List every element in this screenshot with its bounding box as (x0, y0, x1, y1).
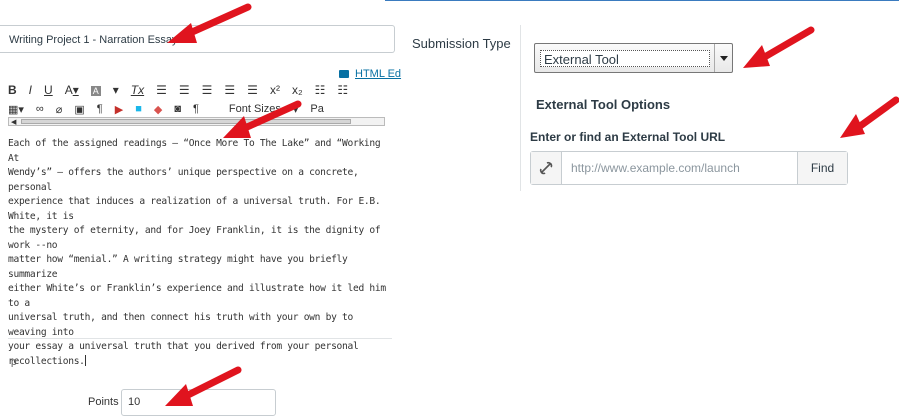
bullet-list-icon[interactable]: ☷ (315, 83, 326, 97)
section-divider (520, 25, 521, 191)
align-left-icon[interactable]: ☰ (156, 83, 167, 97)
italic-button[interactable]: I (29, 83, 32, 97)
external-tool-url-group: http://www.example.com/launch Find (530, 151, 848, 185)
link-icon[interactable]: ∞ (36, 103, 44, 115)
numbered-list-icon[interactable]: ☷ (337, 83, 348, 97)
editor-toolbar-row-1: B I U A▾ A ▾ Tx ☰ ☰ ☰ ☰ ☰ x² x₂ ☷ ☷ (8, 82, 360, 98)
vimeo-icon[interactable]: ■ (135, 103, 142, 115)
table-icon[interactable]: ▦▾ (8, 103, 24, 116)
subscript-icon[interactable]: x₂ (292, 83, 303, 97)
find-button[interactable]: Find (797, 152, 847, 184)
dropdown-button[interactable] (714, 44, 732, 72)
annotation-arrow (840, 96, 899, 138)
annotation-arrow (743, 26, 815, 68)
html-editor-link[interactable]: HTML Ed (339, 68, 401, 80)
paragraph-mark-icon[interactable]: ¶ (193, 103, 199, 115)
rich-text-editor-body[interactable]: Each of the assigned readings – “Once Mo… (8, 137, 392, 369)
points-label: Points (88, 396, 119, 408)
top-border-line (385, 0, 899, 1)
bold-button[interactable]: B (8, 83, 17, 97)
submission-type-select[interactable]: External Tool (534, 43, 733, 73)
external-tool-url-input[interactable]: http://www.example.com/launch (562, 152, 797, 184)
image-icon[interactable]: ▣ (74, 103, 84, 116)
submission-type-label: Submission Type (412, 36, 511, 51)
clear-formatting-button[interactable]: Tx (131, 83, 144, 97)
editor-line: universal truth, and then connect his tr… (8, 312, 353, 338)
selected-option: External Tool (540, 50, 710, 67)
superscript-icon[interactable]: x² (270, 83, 280, 97)
paragraph-format-dropdown[interactable]: Pa (310, 103, 323, 115)
editor-line: Each of the assigned readings – “Once Mo… (8, 138, 381, 164)
align-justify-icon[interactable]: ☰ (224, 83, 235, 97)
align-right-icon[interactable]: ☰ (202, 83, 213, 97)
underline-button[interactable]: U (44, 83, 53, 97)
editor-status-divider (8, 338, 392, 339)
keyboard-icon (339, 70, 349, 79)
editor-line: the mystery of eternity, and for Joey Fr… (8, 225, 381, 251)
chevron-down-icon (720, 56, 728, 61)
pilcrow-icon[interactable]: ¶ (97, 103, 103, 115)
text-color-button[interactable]: A▾ (65, 83, 79, 97)
element-path-indicator: p (11, 357, 17, 368)
editor-line: matter how “menial.” A writing strategy … (8, 254, 348, 280)
annotation-arrow (223, 100, 302, 138)
apps-icon[interactable]: ◆ (154, 103, 162, 116)
editor-line: your essay a universal truth that you de… (8, 341, 359, 352)
media-icon[interactable]: ◙ (174, 103, 181, 115)
toolbar-horizontal-scrollbar[interactable]: ◀ (8, 117, 385, 126)
editor-line: experience that induces a realization of… (8, 196, 381, 222)
external-tool-url-label: Enter or find an External Tool URL (530, 130, 726, 144)
align-center-icon[interactable]: ☰ (179, 83, 190, 97)
link-icon (531, 152, 562, 184)
annotation-arrow (165, 366, 242, 406)
background-color-button[interactable]: A ▾ (90, 83, 119, 97)
indent-icon[interactable]: ☰ (247, 83, 258, 97)
youtube-icon[interactable]: ▶ (115, 103, 123, 116)
annotation-arrow (167, 3, 252, 43)
text-caret (84, 355, 86, 366)
scroll-left-icon[interactable]: ◀ (11, 118, 16, 126)
editor-line: Wendy’s” – offers the authors’ unique pe… (8, 167, 359, 193)
external-tool-options-heading: External Tool Options (536, 97, 671, 112)
unlink-icon[interactable]: ⌀ (56, 103, 63, 116)
editor-line: either White’s or Franklin’s experience … (8, 283, 386, 309)
